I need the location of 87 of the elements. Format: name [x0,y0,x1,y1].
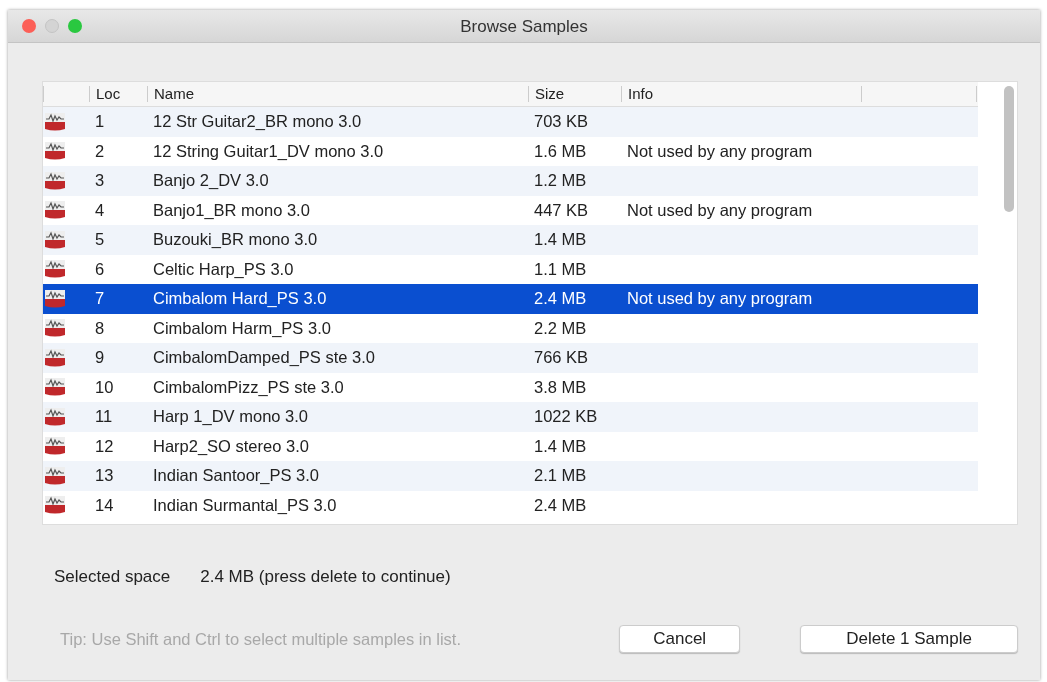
waveform-icon [45,437,65,456]
waveform-icon [45,201,65,220]
table-row[interactable]: 9 CimbalomDamped_PS ste 3.0 766 KB [43,343,978,373]
table-cell-text: 1.1 MB [533,259,588,279]
table-cell-text: 766 KB [533,348,590,368]
table-row[interactable]: 8 Cimbalom Harm_PS 3.0 2.2 MB [43,313,978,343]
selected-row[interactable]: 7 Cimbalom Hard_PS 3.0 2.4 MB Not used by any program [43,284,978,314]
table-row[interactable]: 1 12 Str Guitar2_BR mono 3.0 703 KB [43,107,978,137]
waveform-icon [45,230,65,249]
table-cell-text: Harp2_SO stereo 3.0 [152,436,310,456]
zoom-button[interactable] [68,19,82,33]
table-cell-text: 13 [94,466,115,486]
table-cell-text: Banjo1_BR mono 3.0 [152,200,311,220]
table-cell-text: 1.4 MB [533,436,588,456]
table-row[interactable]: 2 12 String Guitar1_DV mono 3.0 1.6 MB Not used by any program [43,136,978,166]
table-cell-text: 14 [94,495,115,515]
table-cell-text: 2.4 MB [533,495,588,515]
table-row[interactable]: 12 Harp2_SO stereo 3.0 1.4 MB [43,431,978,461]
table-cell-text: 11 [94,407,114,427]
waveform-icon [45,142,65,161]
table-row[interactable]: 4 Banjo1_BR mono 3.0 447 KB Not used by any program [43,195,978,225]
table-cell-text: 1022 KB [533,407,599,427]
column-header[interactable]: Name [147,86,528,102]
table-row[interactable]: 10 CimbalomPizz_PS ste 3.0 3.8 MB [43,372,978,402]
column-header[interactable]: Size [528,86,621,102]
table-cell-text: 2.1 MB [533,466,588,486]
selected-space-label: Selected space [54,567,171,587]
table-row[interactable]: 14 Indian Surmantal_PS 3.0 2.4 MB [43,490,978,520]
cancel-button[interactable]: Cancel [619,625,741,653]
table-cell-text: 12 Str Guitar2_BR mono 3.0 [152,112,363,132]
table-cell-text: 5 [94,230,106,250]
table-cell-text: CimbalomDamped_PS ste 3.0 [152,348,376,368]
table-cell-text: 1.6 MB [533,141,588,161]
table-cell-text: CimbalomPizz_PS ste 3.0 [152,377,345,397]
close-button[interactable] [22,19,36,33]
table-cell-text: 447 KB [533,200,590,220]
table-cell-text: Buzouki_BR mono 3.0 [152,230,319,250]
table-cell-text: Cimbalom Hard_PS 3.0 [152,289,328,309]
table-cell-text: Indian Santoor_PS 3.0 [152,466,321,486]
table-row[interactable]: 11 Harp 1_DV mono 3.0 1022 KB [43,402,978,432]
table-cell-text: 1 [94,112,106,132]
waveform-icon [45,289,65,308]
table-cell-text: 8 [94,318,106,338]
table-cell-text: Not used by any program [626,289,814,309]
waveform-icon [45,348,65,367]
table-cell-text: Indian Surmantal_PS 3.0 [152,495,338,515]
table-cell-text: 2.2 MB [533,318,588,338]
table-row[interactable]: 3 Banjo 2_DV 3.0 1.2 MB [43,166,978,196]
tip-text: Tip: Use Shift and Ctrl to select multiple samples in list. [60,629,463,649]
table-cell-text: Not used by any program [626,200,814,220]
table-cell-text: 6 [94,259,106,279]
table-cell-text: Harp 1_DV mono 3.0 [152,407,309,427]
column-header[interactable]: Info [621,86,861,102]
waveform-icon [45,260,65,279]
selected-space-value: 2.4 MB (press delete to continue) [200,567,451,587]
column-header[interactable]: Loc [89,86,147,102]
waveform-icon [45,378,65,397]
table-cell-text: 703 KB [533,112,590,132]
waveform-icon [45,496,65,515]
delete-button[interactable]: Delete 1 Sample [800,625,1018,653]
window-title: Browse Samples [460,17,588,37]
table-cell-text: 1.2 MB [533,171,588,191]
table-cell-text: 3.8 MB [533,377,588,397]
table-cell-text: 3 [94,171,106,191]
waveform-icon [45,407,65,426]
table-cell-text: 9 [94,348,106,368]
waveform-icon [45,112,65,131]
table-cell-text: Banjo 2_DV 3.0 [152,171,270,191]
table-cell-text: 12 [94,436,115,456]
table-cell-text: Cimbalom Harm_PS 3.0 [152,318,332,338]
table-cell-text: 12 String Guitar1_DV mono 3.0 [152,141,385,161]
waveform-icon [45,171,65,190]
table-cell-text: 7 [94,289,106,309]
scrollbar-thumb[interactable] [1003,86,1014,212]
waveform-icon [45,319,65,338]
table-cell-text: 2.4 MB [533,289,588,309]
table-row[interactable]: 5 Buzouki_BR mono 3.0 1.4 MB [43,225,978,255]
table-cell-text: 2 [94,141,106,161]
waveform-icon [45,466,65,485]
table-cell-text: Celtic Harp_PS 3.0 [152,259,295,279]
table-row[interactable]: 13 Indian Santoor_PS 3.0 2.1 MB [43,461,978,491]
table-row[interactable]: 6 Celtic Harp_PS 3.0 1.1 MB [43,254,978,284]
table-cell-text: 1.4 MB [533,230,588,250]
table-cell-text: 4 [94,200,106,220]
table-cell-text: 10 [94,377,115,397]
table-cell-text: Not used by any program [626,141,814,161]
minimize-button[interactable] [45,19,59,33]
